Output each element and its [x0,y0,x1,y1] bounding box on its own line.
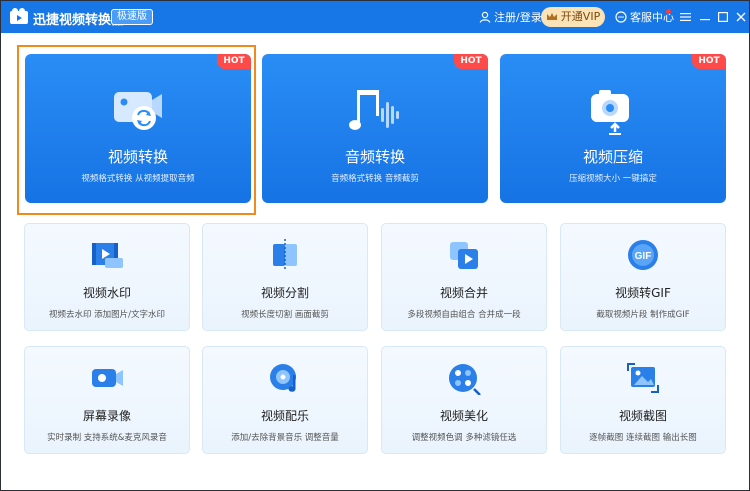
card-description: 多段视频自由组合 合并成一段 [407,310,521,320]
hot-badge: HOT [692,54,726,69]
audio-convert-icon [349,90,399,130]
card-title: 视频美化 [439,409,488,423]
screenshot-card[interactable]: 视频截图 逐帧截图 连续截图 输出长图 [560,346,726,454]
hot-badge: HOT [454,54,488,69]
maximize-icon [718,12,728,22]
split-card[interactable]: 视频分割 视频长度切割 画面截剪 [202,223,368,331]
gif-icon: GIF [628,240,658,270]
selection-highlight [17,45,256,215]
notification-dot [666,9,671,14]
card-title: 视频转GIF [615,286,671,300]
card-description: 调整视频色调 多种滤镜任选 [411,433,517,443]
menu-icon [679,13,691,21]
gif-card[interactable]: GIF 视频转GIF 截取视频片段 制作成GIF [560,223,726,331]
card-description: 逐帧截图 连续截图 输出长图 [589,433,697,443]
card-title: 视频合并 [439,286,488,300]
music-icon [270,364,296,392]
minimize-icon [700,19,710,21]
maximize-button[interactable] [714,8,732,26]
card-description: 压缩视频大小 一键搞定 [569,174,657,184]
card-title: 视频分割 [260,286,309,300]
merge-icon [450,242,478,269]
card-description: 视频去水印 添加图片/文字水印 [48,310,166,320]
split-icon [273,239,297,271]
close-button[interactable] [732,8,750,26]
audio-convert-card[interactable]: HOT 音频转换 音频格式转换 音频截剪 [262,54,488,203]
beautify-icon [449,364,481,395]
vip-label: 开通VIP [560,10,601,23]
screenshot-icon [627,363,659,393]
login-button[interactable]: 注册/登录 [479,9,542,25]
watermark-icon [92,243,123,268]
card-title: 视频水印 [82,286,131,300]
merge-card[interactable]: 视频合并 多段视频自由组合 合并成一段 [381,223,547,331]
card-title: 视频截图 [618,409,667,423]
app-window: 迅捷视频转换器 极速版 注册/登录 开通VIP 客服中心 HOT 视频转换 视频… [0,0,750,491]
card-description: 添加/去除背景音乐 调整音量 [231,433,339,443]
card-description: 截取视频片段 制作成GIF [596,310,690,320]
watermark-card[interactable]: 视频水印 视频去水印 添加图片/文字水印 [24,223,190,331]
screen-record-icon [92,369,123,387]
video-compress-icon [591,90,629,135]
card-title: 音频转换 [344,148,405,166]
beautify-card[interactable]: 视频美化 调整视频色调 多种滤镜任选 [381,346,547,454]
music-card[interactable]: 视频配乐 添加/去除背景音乐 调整音量 [202,346,368,454]
title-bar: 迅捷视频转换器 极速版 注册/登录 开通VIP 客服中心 [1,1,749,33]
login-label: 注册/登录 [494,11,542,24]
screen-record-card[interactable]: 屏幕录像 实时录制 支持系统&麦克风录音 [24,346,190,454]
crown-icon [546,13,557,20]
card-title: 屏幕录像 [82,409,131,423]
video-compress-card[interactable]: HOT 视频压缩 压缩视频大小 一键搞定 [500,54,726,203]
minimize-button[interactable] [696,8,714,26]
chat-icon [615,11,627,23]
card-title: 视频压缩 [582,148,643,166]
gif-icon-text: GIF [635,251,652,262]
card-description: 视频长度切割 画面截剪 [241,310,329,320]
menu-button[interactable] [676,8,694,26]
user-icon [479,11,491,23]
vip-button[interactable]: 开通VIP [541,7,605,27]
card-description: 实时录制 支持系统&麦克风录音 [47,433,167,443]
card-description: 音频格式转换 音频截剪 [331,174,419,184]
app-logo-icon [10,8,28,24]
card-title: 视频配乐 [260,409,309,423]
edition-badge: 极速版 [111,9,153,25]
close-icon [736,12,746,22]
